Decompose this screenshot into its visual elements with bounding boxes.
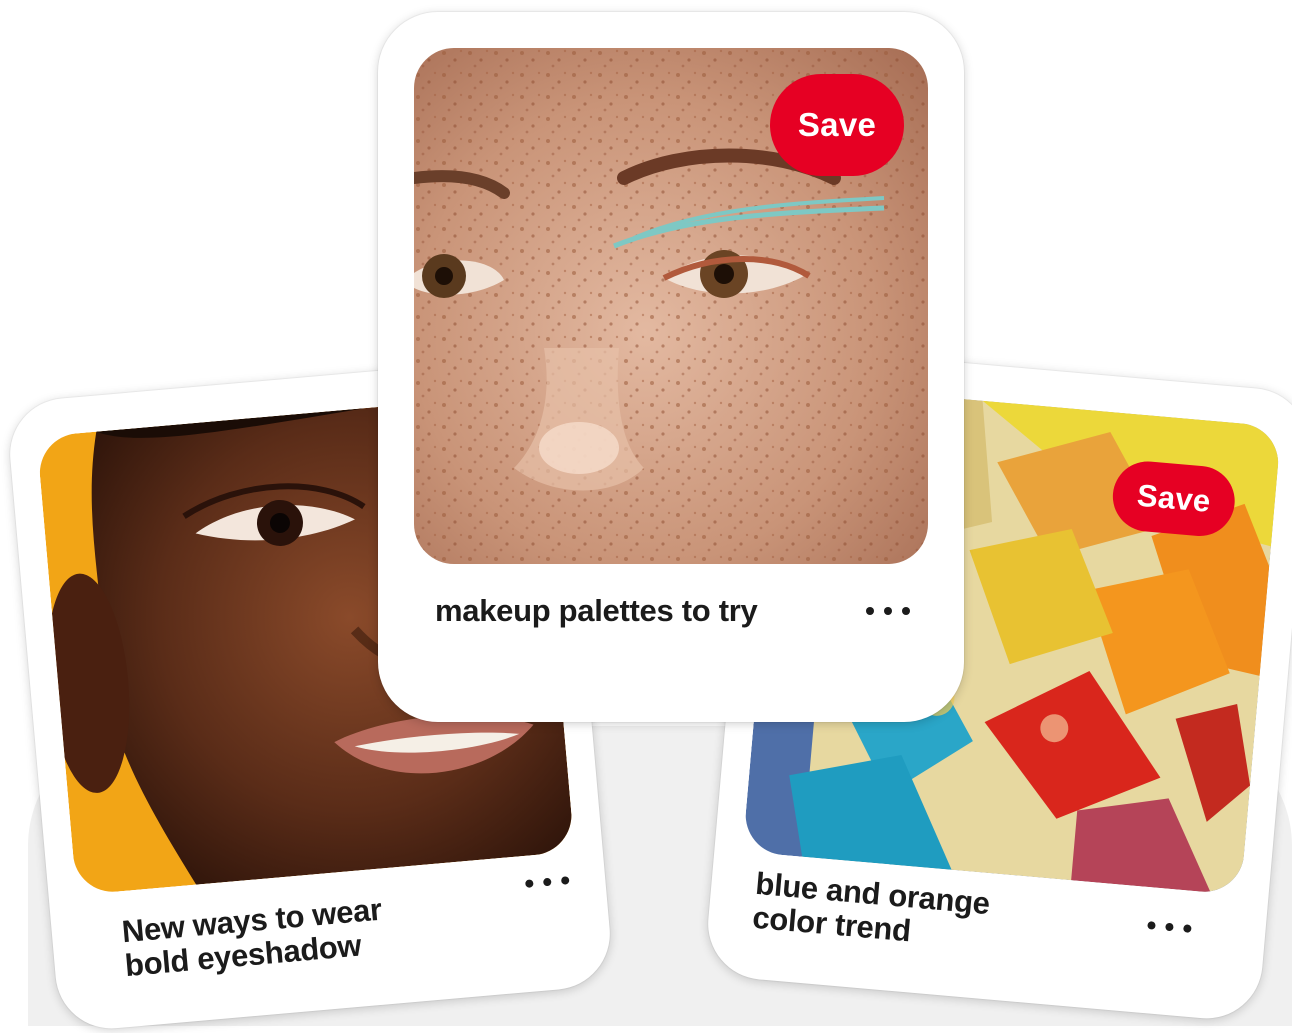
more-options-icon[interactable] <box>525 870 571 894</box>
save-button[interactable]: Save <box>770 74 904 176</box>
pin-title[interactable]: makeup palettes to try <box>435 594 855 628</box>
pin-card-makeup-palettes[interactable]: Save makeup palettes to try <box>378 12 964 722</box>
more-options-icon[interactable] <box>866 601 910 621</box>
pin-title[interactable]: New ways to wear bold eyeshadow <box>120 882 505 983</box>
pin-title[interactable]: blue and orange color trend <box>751 866 1135 968</box>
more-options-icon[interactable] <box>1147 915 1193 939</box>
